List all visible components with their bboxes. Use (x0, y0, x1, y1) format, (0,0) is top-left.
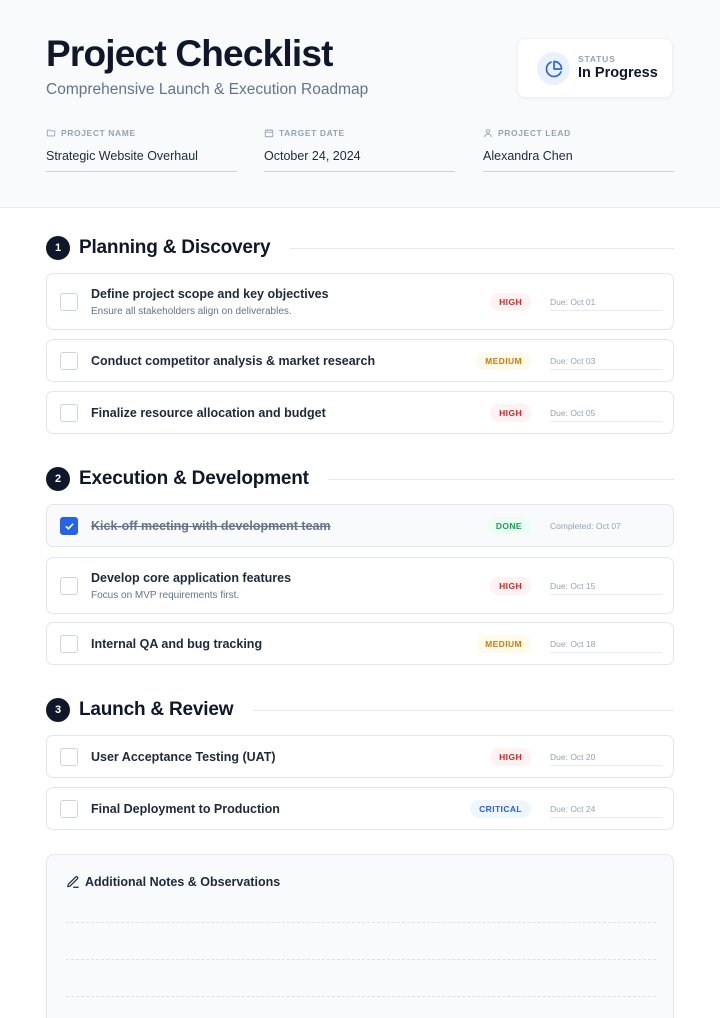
due-date: Due: Oct 18 (550, 639, 662, 653)
task-title: Finalize resource allocation and budget (91, 406, 326, 420)
project-lead-field[interactable]: Alexandra Chen (483, 149, 674, 172)
page-subtitle: Comprehensive Launch & Execution Roadmap (46, 81, 369, 98)
folder-icon (46, 129, 56, 137)
task-checkbox[interactable] (60, 635, 78, 653)
section-number: 3 (46, 698, 70, 722)
notes-box[interactable]: Additional Notes & Observations (46, 854, 674, 1018)
section-number: 1 (46, 236, 70, 260)
status-icon-wrapper (537, 52, 570, 85)
priority-badge: HIGH (490, 577, 531, 595)
completed-date: Completed: Oct 07 (550, 521, 621, 531)
task-item: User Acceptance Testing (UAT) HIGH Due: … (46, 735, 674, 778)
priority-badge: MEDIUM (476, 352, 531, 370)
project-name-field[interactable]: Strategic Website Overhaul (46, 149, 237, 172)
pencil-icon (67, 876, 79, 888)
meta-project-name: PROJECT NAME Strategic Website Overhaul (46, 126, 237, 172)
status-label: STATUS (578, 54, 616, 64)
section-divider (328, 478, 674, 480)
due-date: Due: Oct 24 (550, 804, 662, 818)
priority-badge: HIGH (490, 404, 531, 422)
task-title: Conduct competitor analysis & market res… (91, 354, 376, 368)
task-item: Finalize resource allocation and budget … (46, 391, 674, 434)
task-item: Internal QA and bug tracking MEDIUM Due:… (46, 622, 674, 665)
task-item: Define project scope and key objectives … (46, 273, 674, 330)
due-date: Due: Oct 01 (550, 297, 662, 311)
page-title: Project Checklist (46, 33, 333, 74)
task-checkbox[interactable] (60, 748, 78, 766)
task-title: User Acceptance Testing (UAT) (91, 750, 276, 764)
section-title: Launch & Review (79, 699, 234, 720)
user-icon (484, 129, 492, 138)
pie-chart-icon (545, 60, 562, 77)
task-checkbox[interactable] (60, 800, 78, 818)
check-icon (64, 522, 74, 530)
meta-label-text: PROJECT LEAD (498, 128, 571, 138)
due-date: Due: Oct 15 (550, 581, 662, 595)
due-date: Due: Oct 20 (550, 752, 662, 766)
task-checkbox[interactable] (60, 404, 78, 422)
task-title: Kick-off meeting with development team (91, 519, 331, 533)
task-checkbox[interactable] (60, 577, 78, 595)
page-header: Project Checklist Comprehensive Launch &… (0, 0, 720, 208)
notes-header: Additional Notes & Observations (66, 875, 280, 889)
meta-target-date: TARGET DATE October 24, 2024 (264, 126, 455, 172)
section-header: 3 Launch & Review (46, 697, 674, 723)
task-note: Focus on MVP requirements first. (91, 590, 240, 601)
section-header: 2 Execution & Development (46, 466, 674, 492)
priority-badge: MEDIUM (476, 635, 531, 653)
task-item: Kick-off meeting with development team D… (46, 504, 674, 547)
section-divider (290, 247, 674, 249)
status-card: STATUS In Progress (517, 38, 673, 98)
task-checkbox[interactable] (60, 352, 78, 370)
section-title: Execution & Development (79, 468, 309, 489)
calendar-icon (264, 129, 274, 138)
section-title: Planning & Discovery (79, 237, 271, 258)
meta-label-text: PROJECT NAME (61, 128, 136, 138)
task-item: Final Deployment to Production CRITICAL … (46, 787, 674, 830)
section-divider (253, 709, 674, 711)
meta-project-lead: PROJECT LEAD Alexandra Chen (483, 126, 674, 172)
section-header: 1 Planning & Discovery (46, 235, 674, 261)
notes-rule (66, 996, 656, 997)
notes-rule (66, 959, 656, 960)
task-item: Conduct competitor analysis & market res… (46, 339, 674, 382)
task-checkbox[interactable] (60, 517, 78, 535)
priority-badge: HIGH (490, 293, 531, 311)
task-title: Develop core application features (91, 571, 292, 585)
priority-badge: CRITICAL (470, 800, 531, 818)
notes-rule (66, 922, 656, 923)
meta-label-text: TARGET DATE (279, 128, 345, 138)
priority-badge: HIGH (490, 748, 531, 766)
task-title: Define project scope and key objectives (91, 287, 329, 301)
section-number: 2 (46, 467, 70, 491)
status-value: In Progress (578, 65, 658, 81)
target-date-field[interactable]: October 24, 2024 (264, 149, 455, 172)
due-date: Due: Oct 03 (550, 356, 662, 370)
task-checkbox[interactable] (60, 293, 78, 311)
status-badge: DONE (486, 517, 531, 535)
due-date: Due: Oct 05 (550, 408, 662, 422)
task-item: Develop core application features Focus … (46, 557, 674, 614)
notes-title: Additional Notes & Observations (85, 875, 281, 889)
task-note: Ensure all stakeholders align on deliver… (91, 306, 292, 317)
task-title: Final Deployment to Production (91, 802, 280, 816)
task-title: Internal QA and bug tracking (91, 637, 263, 651)
